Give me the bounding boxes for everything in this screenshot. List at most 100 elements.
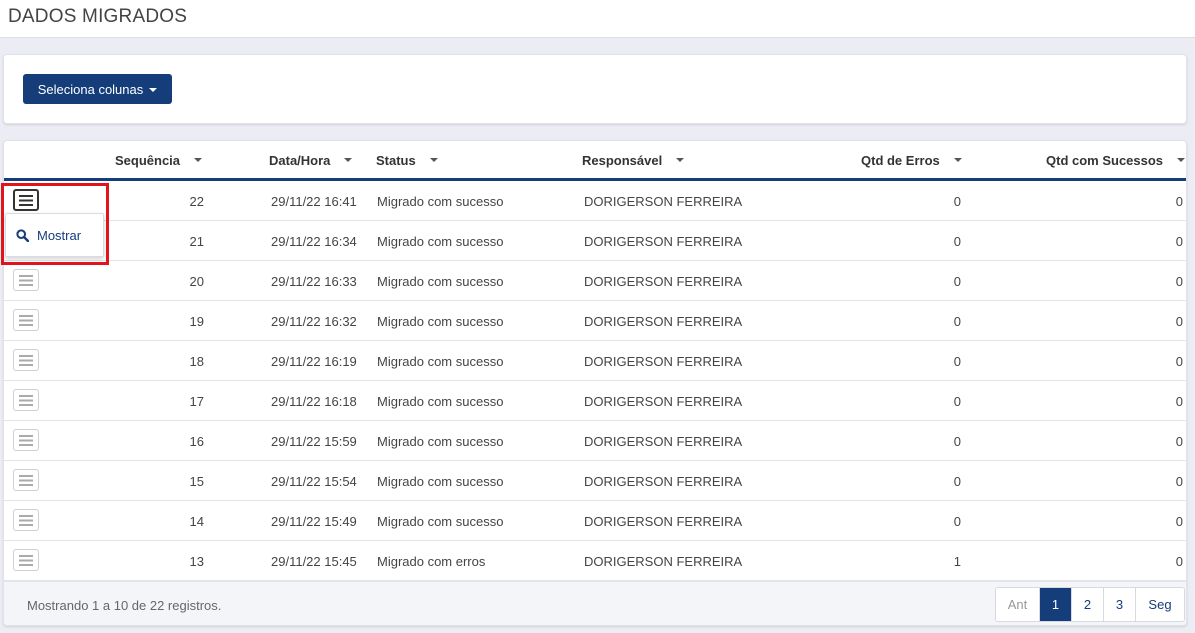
cell-qtd-erros: 0 [953,353,961,369]
table-row: 13 29/11/22 15:45 Migrado com erros DORIGER… [4,541,1186,581]
cell-sequencia: 17 [189,393,204,409]
cell-sequencia: 15 [189,473,204,489]
column-header-label: Sequência [115,152,181,168]
cell-responsavel: DORIGERSON FERREIRA [584,353,743,369]
cell-status: Migrado com sucesso [377,513,504,529]
cell-status: Migrado com sucesso [377,473,504,489]
column-header-qtd-sucessos[interactable]: Qtd com Sucessos [1046,141,1186,179]
table-row: 20 29/11/22 16:33 Migrado com sucesso DORIG… [4,261,1186,301]
row-menu-button[interactable] [13,189,39,211]
row-menu-button[interactable] [13,469,39,491]
table-row: 15 29/11/22 15:54 Migrado com sucesso DORIG… [4,461,1186,501]
cell-data-hora: 29/11/22 16:32 [271,313,357,329]
row-menu-button[interactable] [13,349,39,371]
cell-qtd-sucessos: 0 [1175,513,1183,529]
cell-responsavel: DORIGERSON FERREIRA [584,193,743,209]
select-columns-button[interactable]: Seleciona colunas [23,74,172,104]
cell-qtd-erros: 0 [953,473,961,489]
caret-down-icon [149,88,158,92]
cell-data-hora: 29/11/22 16:19 [271,353,357,369]
cell-data-hora: 29/11/22 15:45 [271,553,357,569]
menu-icon [19,314,33,326]
table-row: 16 29/11/22 15:59 Migrado com sucesso DORIG… [4,421,1186,461]
cell-qtd-sucessos: 0 [1175,273,1183,289]
menu-icon [19,514,33,526]
cell-data-hora: 29/11/22 15:49 [271,513,357,529]
cell-qtd-erros: 0 [953,233,961,249]
sort-caret-icon [194,158,203,162]
table-header: Sequência Data/Hora Status Responsável Q… [4,141,1186,181]
cell-data-hora: 29/11/22 16:18 [271,393,357,409]
cell-qtd-sucessos: 0 [1175,393,1183,409]
show-menu-item[interactable]: Mostrar [37,228,81,243]
cell-qtd-sucessos: 0 [1175,233,1183,249]
pagination-page-1[interactable]: 1 [1040,588,1072,621]
sort-caret-icon [344,158,353,162]
row-menu-button[interactable] [13,429,39,451]
cell-responsavel: DORIGERSON FERREIRA [584,393,743,409]
sort-caret-icon [429,158,438,162]
cell-qtd-erros: 0 [953,313,961,329]
data-table: Sequência Data/Hora Status Responsável Q… [3,140,1187,626]
cell-sequencia: 22 [189,193,204,209]
menu-icon [19,394,33,406]
row-menu-button[interactable] [13,509,39,531]
menu-icon [19,434,33,446]
cell-qtd-sucessos: 0 [1175,353,1183,369]
cell-sequencia: 14 [189,513,204,529]
cell-qtd-erros: 0 [953,433,961,449]
pagination: Ant 1 2 3 Seg [995,587,1185,622]
row-menu-button[interactable] [13,549,39,571]
table-row: 14 29/11/22 15:49 Migrado com sucesso DORIG… [4,501,1186,541]
row-menu-button[interactable] [13,389,39,411]
records-summary: Mostrando 1 a 10 de 22 registros. [27,597,222,613]
menu-icon [19,194,33,206]
cell-qtd-erros: 0 [953,393,961,409]
cell-responsavel: DORIGERSON FERREIRA [584,313,743,329]
column-header-label: Qtd com Sucessos [1046,152,1164,168]
cell-qtd-erros: 1 [953,553,961,569]
cell-sequencia: 13 [189,553,204,569]
sort-caret-icon [953,158,962,162]
column-header-data-hora[interactable]: Data/Hora [269,141,353,179]
cell-qtd-sucessos: 0 [1175,433,1183,449]
top-bar: DADOS MIGRADOS [0,0,1195,38]
column-header-qtd-erros[interactable]: Qtd de Erros [861,141,962,179]
cell-status: Migrado com sucesso [377,433,504,449]
cell-data-hora: 29/11/22 16:41 [271,193,357,209]
column-header-status[interactable]: Status [376,141,438,179]
pagination-next[interactable]: Seg [1136,588,1184,621]
cell-responsavel: DORIGERSON FERREIRA [584,273,743,289]
menu-icon [19,554,33,566]
page-title: DADOS MIGRADOS [8,6,188,27]
column-header-sequencia[interactable]: Sequência [115,141,203,179]
cell-sequencia: 16 [189,433,204,449]
pagination-page-3[interactable]: 3 [1104,588,1136,621]
cell-responsavel: DORIGERSON FERREIRA [584,433,743,449]
cell-qtd-erros: 0 [953,273,961,289]
row-menu-button[interactable] [13,309,39,331]
table-row: 18 29/11/22 16:19 Migrado com sucesso DORIG… [4,341,1186,381]
table-row: 22 29/11/22 16:41 Migrado com sucesso DORIG… [4,181,1186,221]
cell-status: Migrado com sucesso [377,273,504,289]
row-actions-dropdown[interactable]: Mostrar [5,213,104,257]
pagination-prev[interactable]: Ant [996,588,1040,621]
cell-qtd-sucessos: 0 [1175,553,1183,569]
cell-sequencia: 19 [189,313,204,329]
table-row: 17 29/11/22 16:18 Migrado com sucesso DORIG… [4,381,1186,421]
column-header-responsavel[interactable]: Responsável [582,141,685,179]
row-menu-button[interactable] [13,269,39,291]
search-icon [16,228,29,242]
menu-icon [19,474,33,486]
pagination-page-2[interactable]: 2 [1072,588,1104,621]
cell-qtd-erros: 0 [953,193,961,209]
cell-responsavel: DORIGERSON FERREIRA [584,473,743,489]
menu-icon [19,354,33,366]
cell-data-hora: 29/11/22 16:34 [271,233,357,249]
cell-data-hora: 29/11/22 15:59 [271,433,357,449]
cell-sequencia: 21 [189,233,204,249]
cell-sequencia: 20 [189,273,204,289]
cell-responsavel: DORIGERSON FERREIRA [584,233,743,249]
column-header-label: Status [376,152,416,168]
cell-qtd-sucessos: 0 [1175,193,1183,209]
